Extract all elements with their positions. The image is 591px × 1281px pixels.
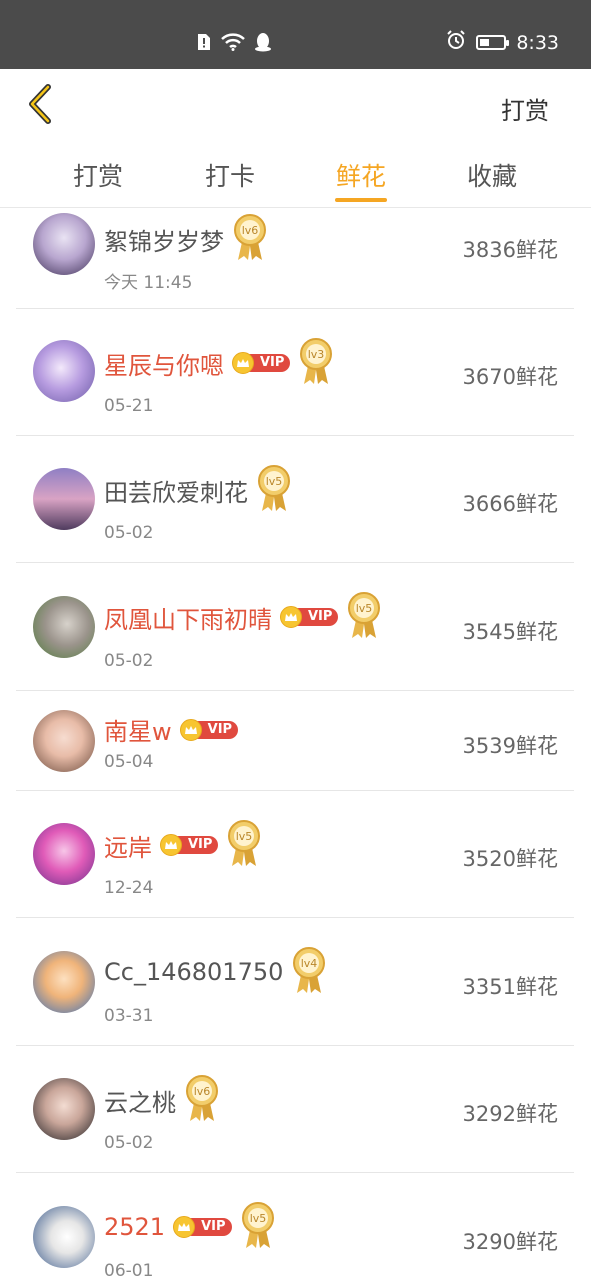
list-item[interactable]: 远岸 VIP lv5 12-24 3520鲜花 <box>16 790 574 918</box>
row-date: 06-01 <box>104 1261 154 1281</box>
row-date: 03-31 <box>104 1006 154 1026</box>
list-item[interactable]: 2521 VIP lv5 06-01 3290鲜花 <box>16 1172 574 1281</box>
row-date: 12-24 <box>104 878 154 898</box>
crown-icon <box>160 834 182 856</box>
wifi-icon <box>220 33 246 55</box>
level-medal-icon: lv6 <box>232 212 268 266</box>
list-item[interactable]: 南星w VIP 05-04 3539鲜花 <box>16 690 574 791</box>
flower-amount: 3670鲜花 <box>462 365 558 389</box>
back-button[interactable] <box>18 81 60 127</box>
username[interactable]: 南星w <box>104 712 172 747</box>
avatar[interactable] <box>33 823 95 885</box>
crown-icon <box>179 718 202 741</box>
list-item[interactable]: 星辰与你嗯 VIP lv3 05-21 3670鲜花 <box>16 308 574 436</box>
list-item[interactable]: 田芸欣爱刺花 lv5 05-02 3666鲜花 <box>16 435 574 563</box>
status-time: 8:33 <box>516 31 559 54</box>
row-date: 05-02 <box>104 651 154 671</box>
tab-reward[interactable]: 打赏 <box>58 157 138 193</box>
avatar[interactable] <box>33 213 95 275</box>
list-item[interactable]: 凤凰山下雨初晴 VIP lv5 05-02 3545鲜花 <box>16 562 574 691</box>
level-label: lv5 <box>356 602 373 615</box>
row-date: 05-02 <box>104 1133 154 1153</box>
username[interactable]: 远岸 <box>104 828 152 863</box>
level-label: lv5 <box>236 830 253 843</box>
avatar[interactable] <box>33 340 95 402</box>
avatar[interactable] <box>33 1078 95 1140</box>
username[interactable]: Cc_146801750 <box>104 958 283 986</box>
vip-badge: VIP <box>173 1216 232 1238</box>
username[interactable]: 絮锦岁岁梦 <box>104 222 224 257</box>
top-nav: 打赏 <box>0 69 591 139</box>
level-label: lv5 <box>249 1212 266 1225</box>
flower-amount: 3545鲜花 <box>462 620 558 644</box>
status-bar: 8:33 <box>0 0 591 69</box>
flower-amount: 3666鲜花 <box>462 492 558 516</box>
level-label: lv4 <box>301 957 318 970</box>
level-label: lv5 <box>266 475 283 488</box>
level-medal-icon: lv5 <box>240 1200 276 1254</box>
list-item[interactable]: 云之桃 lv6 05-02 3292鲜花 <box>16 1045 574 1173</box>
chevron-left-icon <box>29 84 51 124</box>
avatar[interactable] <box>33 951 95 1013</box>
crown-icon <box>280 606 302 628</box>
level-medal-icon: lv4 <box>291 945 327 999</box>
level-label: lv3 <box>308 348 325 361</box>
status-icons-right: 8:33 <box>446 30 559 55</box>
battery-icon <box>476 35 510 50</box>
tab-favorites[interactable]: 收藏 <box>452 157 532 193</box>
alarm-icon <box>446 30 466 55</box>
avatar[interactable] <box>33 596 95 658</box>
sim-alert-icon <box>196 33 212 55</box>
crown-icon <box>173 1216 196 1238</box>
username[interactable]: 云之桃 <box>104 1083 176 1118</box>
status-icons-center <box>196 32 272 56</box>
tab-bar: 打赏 打卡 鲜花 收藏 <box>0 139 591 208</box>
row-date: 05-21 <box>104 396 154 416</box>
flower-amount: 3539鲜花 <box>462 734 558 758</box>
row-date: 05-04 <box>104 752 154 772</box>
row-date: 05-02 <box>104 523 154 543</box>
crown-icon <box>232 352 254 374</box>
level-medal-icon: lv5 <box>256 463 292 517</box>
reward-action-button[interactable]: 打赏 <box>501 91 549 126</box>
avatar[interactable] <box>33 1206 95 1268</box>
vip-badge: VIP <box>160 834 219 856</box>
active-tab-indicator <box>335 198 387 202</box>
level-label: lv6 <box>242 224 259 237</box>
flower-amount: 3351鲜花 <box>462 975 558 999</box>
flower-amount: 3520鲜花 <box>462 847 558 871</box>
level-medal-icon: lv5 <box>346 590 382 644</box>
tab-checkin[interactable]: 打卡 <box>190 157 270 193</box>
list-item[interactable]: 絮锦岁岁梦 lv6 今天 11:45 3836鲜花 <box>16 208 574 309</box>
username[interactable]: 2521 <box>104 1213 165 1241</box>
level-medal-icon: lv6 <box>184 1073 220 1127</box>
level-medal-icon: lv5 <box>226 818 262 872</box>
level-medal-icon: lv3 <box>298 336 334 390</box>
flower-amount: 3290鲜花 <box>462 1230 558 1254</box>
username[interactable]: 田芸欣爱刺花 <box>104 473 248 508</box>
level-label: lv6 <box>194 1085 211 1098</box>
username[interactable]: 凤凰山下雨初晴 <box>104 600 272 635</box>
vip-badge: VIP <box>179 718 239 741</box>
list-item[interactable]: Cc_146801750 lv4 03-31 3351鲜花 <box>16 917 574 1046</box>
avatar[interactable] <box>33 468 95 530</box>
row-date: 今天 11:45 <box>104 273 193 293</box>
vip-badge: VIP <box>280 606 339 628</box>
qq-penguin-icon <box>254 32 272 56</box>
flower-amount: 3836鲜花 <box>462 238 558 262</box>
tab-flowers[interactable]: 鲜花 <box>321 157 401 193</box>
vip-badge: VIP <box>232 352 291 374</box>
flower-amount: 3292鲜花 <box>462 1102 558 1126</box>
avatar[interactable] <box>33 710 95 772</box>
username[interactable]: 星辰与你嗯 <box>104 346 224 381</box>
